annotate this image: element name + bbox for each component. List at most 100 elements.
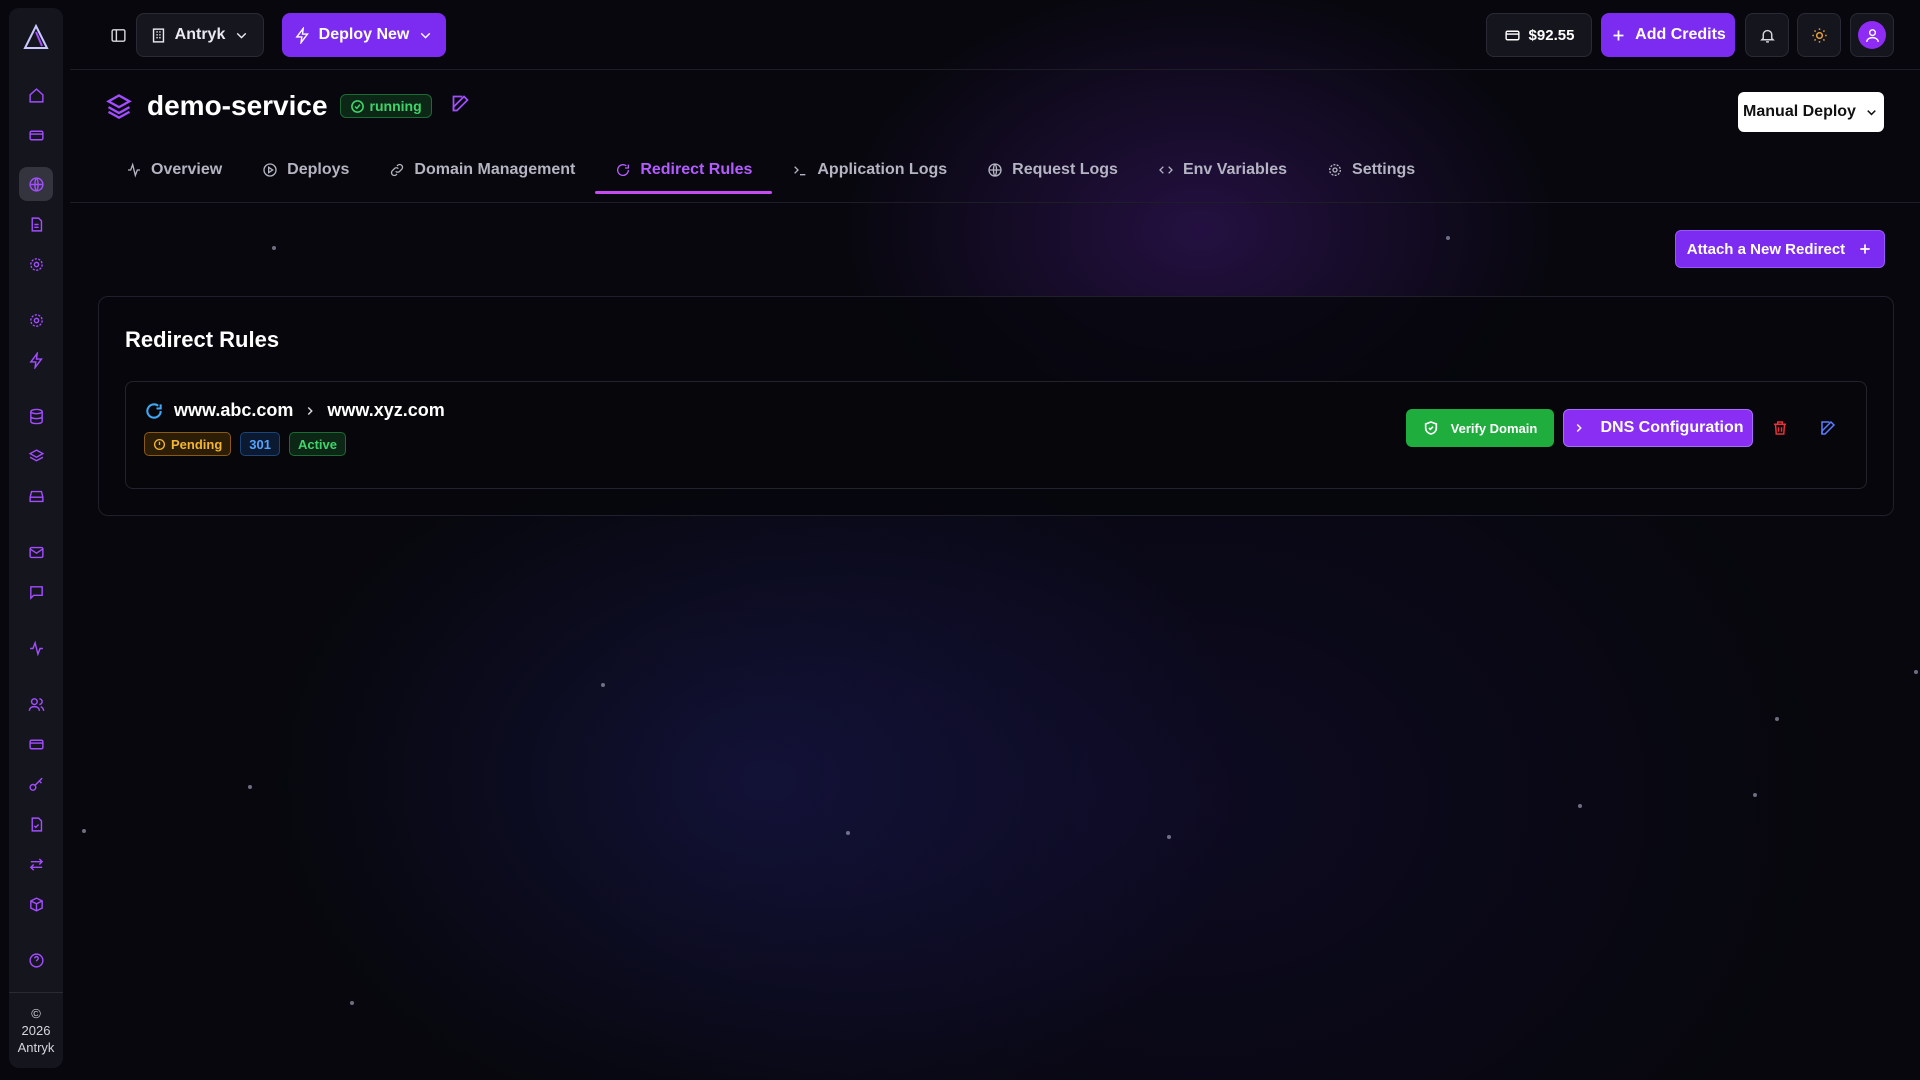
tab-domain-management[interactable]: Domain Management: [369, 150, 595, 190]
chevron-down-icon: [421, 32, 431, 39]
layers-icon[interactable]: [19, 439, 53, 473]
sidebar-toggle-button[interactable]: [100, 13, 136, 57]
file-icon[interactable]: [19, 207, 53, 241]
wallet-icon: [1504, 30, 1520, 40]
play-icon: [263, 163, 277, 177]
tab-label: Deploys: [287, 161, 350, 178]
refresh-icon: [617, 164, 630, 176]
add-credits-button[interactable]: Add Credits: [1601, 13, 1735, 57]
mail-icon[interactable]: [19, 535, 53, 569]
activity-icon[interactable]: [19, 631, 53, 665]
sun-icon: [1811, 27, 1827, 43]
globe-icon: [988, 163, 1002, 177]
bolt-icon: [295, 26, 309, 44]
antryk-logo-icon[interactable]: [21, 22, 51, 52]
file-check-icon[interactable]: [19, 807, 53, 841]
building-icon: [152, 27, 164, 43]
billing-icon[interactable]: [19, 118, 53, 152]
tab-label: Env Variables: [1182, 161, 1288, 178]
background-star: [1753, 793, 1757, 797]
users-icon[interactable]: [19, 687, 53, 721]
rule-domains: www.abc.com www.xyz.com: [144, 400, 445, 421]
background-star: [1775, 717, 1779, 721]
background-star: [272, 246, 276, 250]
background-star: [601, 683, 605, 687]
redirect-rules-card: Redirect Rules www.abc.com www.xyz.com P…: [98, 296, 1894, 516]
tab-label: Domain Management: [414, 161, 576, 178]
code-icon: [1159, 166, 1173, 174]
add-credits-label: Add Credits: [1635, 26, 1726, 43]
page-title: demo-service: [147, 90, 328, 121]
tab-redirect-rules[interactable]: Redirect Rules: [595, 150, 773, 194]
home-icon[interactable]: [19, 78, 53, 112]
layers-icon: [106, 94, 132, 120]
tab-request-logs[interactable]: Request Logs: [967, 150, 1138, 190]
background-star: [1578, 804, 1582, 808]
plus-icon: [1860, 244, 1870, 254]
bolt-icon[interactable]: [19, 343, 53, 377]
globe-icon[interactable]: [19, 167, 53, 201]
verify-domain-button[interactable]: Verify Domain: [1406, 409, 1554, 447]
status-code-badge: 301: [240, 432, 280, 456]
attach-redirect-label: Attach a New Redirect: [1686, 240, 1846, 258]
tab-settings[interactable]: Settings: [1307, 150, 1435, 190]
activity-icon: [128, 162, 140, 178]
tabs-divider: [70, 202, 1920, 203]
deploy-new-label: Deploy New: [318, 26, 410, 43]
key-icon[interactable]: [19, 767, 53, 801]
chat-icon[interactable]: [19, 575, 53, 609]
deploy-new-button[interactable]: Deploy New: [282, 13, 446, 57]
organization-selector[interactable]: Antryk: [136, 13, 264, 57]
rule-badges: Pending 301 Active: [144, 432, 347, 456]
copyright-footer: © 2026 Antryk: [9, 992, 63, 1068]
edit-service-name-button[interactable]: [450, 93, 471, 119]
topbar: Antryk Deploy New $92.55 Add Credits: [70, 0, 1920, 70]
credits-amount: $92.55: [1528, 26, 1575, 44]
settings-alt-icon[interactable]: [19, 303, 53, 337]
bell-icon: [1759, 29, 1775, 43]
transfer-icon[interactable]: [19, 847, 53, 881]
tab-env-variables[interactable]: Env Variables: [1138, 150, 1307, 190]
package-icon[interactable]: [19, 887, 53, 921]
tab-application-logs[interactable]: Application Logs: [772, 150, 967, 190]
tab-overview[interactable]: Overview: [106, 150, 242, 190]
user-menu-button[interactable]: [1850, 13, 1894, 57]
manual-deploy-button[interactable]: Manual Deploy: [1738, 92, 1884, 132]
avatar: [1858, 21, 1886, 49]
database-icon[interactable]: [19, 399, 53, 433]
tab-label: Settings: [1352, 161, 1416, 178]
status-badge: running: [339, 94, 432, 118]
tab-label: Request Logs: [1012, 161, 1118, 178]
status-label: running: [369, 98, 422, 114]
chevron-down-icon: [1867, 109, 1876, 115]
tab-deploys[interactable]: Deploys: [242, 150, 369, 190]
delete-rule-button[interactable]: [1766, 414, 1794, 442]
pending-label: Pending: [171, 436, 223, 452]
credits-balance-button[interactable]: $92.55: [1486, 13, 1592, 57]
refresh-icon: [144, 401, 164, 421]
dns-configuration-label: DNS Configuration: [1600, 419, 1744, 436]
theme-toggle-button[interactable]: [1797, 13, 1841, 57]
trash-icon: [1774, 421, 1786, 435]
card-icon[interactable]: [19, 727, 53, 761]
check-circle-icon: [350, 99, 364, 113]
edit-rule-button[interactable]: [1814, 414, 1842, 442]
dns-configuration-button[interactable]: DNS Configuration: [1563, 409, 1753, 447]
settings-icon[interactable]: [19, 247, 53, 281]
section-title: Redirect Rules: [125, 327, 280, 352]
rule-source-domain: www.abc.com: [174, 400, 294, 420]
edit-icon: [452, 95, 469, 112]
attach-redirect-button[interactable]: Attach a New Redirect: [1675, 230, 1885, 268]
alert-circle-icon: [153, 438, 166, 450]
chevron-down-icon: [237, 32, 247, 39]
background-star: [82, 829, 86, 833]
plus-icon: [1613, 30, 1624, 40]
drive-icon[interactable]: [19, 479, 53, 513]
help-icon[interactable]: [19, 943, 53, 977]
redirect-rule-row: www.abc.com www.xyz.com Pending 301 Acti…: [125, 381, 1867, 489]
sidebar-rail: © 2026 Antryk: [9, 8, 63, 1068]
rule-target-domain: www.xyz.com: [327, 400, 445, 420]
gear-icon: [1329, 164, 1342, 176]
notifications-button[interactable]: [1745, 13, 1789, 57]
tab-label: Application Logs: [817, 161, 948, 178]
